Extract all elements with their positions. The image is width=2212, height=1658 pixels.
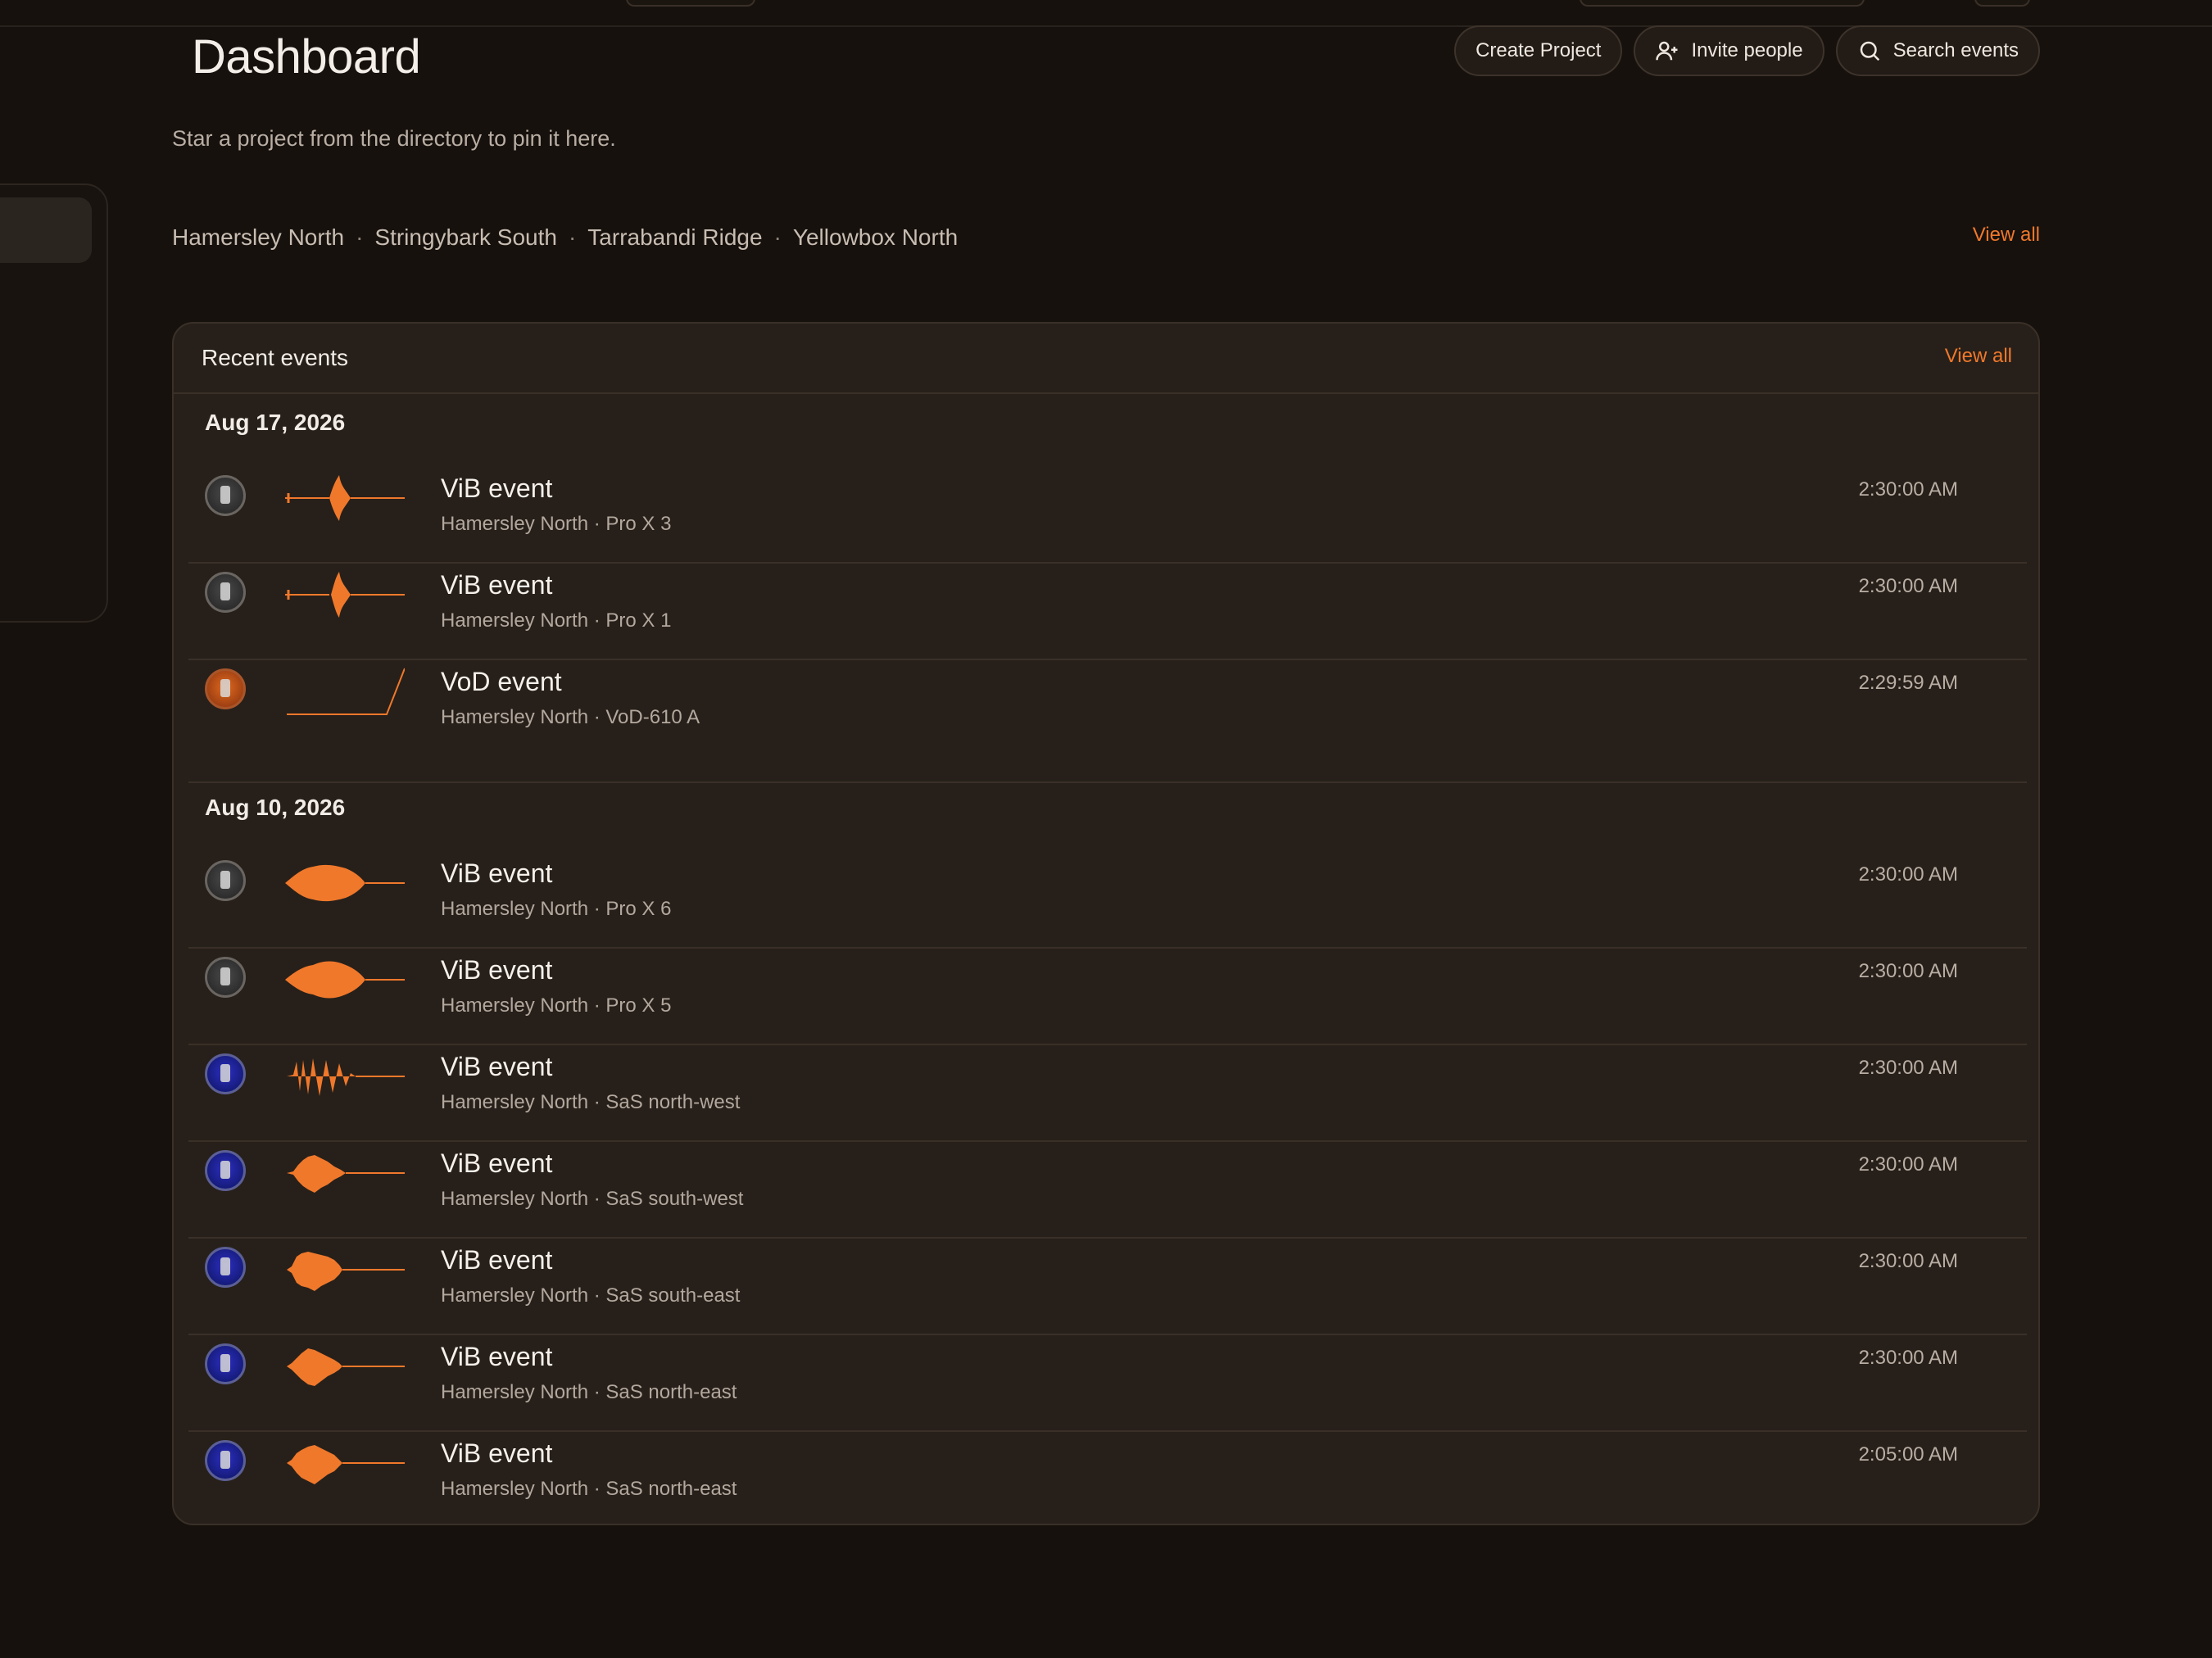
- device-avatar-icon: [205, 860, 246, 901]
- pinned-project-link[interactable]: Hamersley North: [172, 224, 344, 251]
- invite-people-button[interactable]: Invite people: [1634, 25, 1824, 76]
- events-view-all-link[interactable]: View all: [1945, 345, 2012, 368]
- event-time: 2:30:00 AM: [1858, 1153, 1958, 1176]
- pinned-view-all-link[interactable]: View all: [1973, 224, 2040, 247]
- pinned-separator: ·: [568, 224, 577, 250]
- event-subtitle: Hamersley North · SaS north-east: [441, 1381, 737, 1403]
- event-subtitle: Hamersley North · SaS north-west: [441, 1091, 741, 1113]
- waveform-thumbnail: [287, 1058, 405, 1096]
- event-subtitle: Hamersley North · Pro X 3: [441, 513, 672, 535]
- waveform-thumbnail: [287, 1252, 405, 1291]
- event-subtitle: Hamersley North · SaS north-east: [441, 1478, 737, 1500]
- pinned-hint: Star a project from the directory to pin…: [172, 126, 616, 151]
- event-time: 2:30:00 AM: [1858, 478, 1958, 501]
- search-events-button[interactable]: Search events: [1835, 25, 2040, 76]
- event-time: 2:30:00 AM: [1858, 863, 1958, 886]
- device-avatar-icon: [205, 957, 246, 998]
- event-row[interactable]: ViB event Hamersley North · Pro X 3 2:30…: [188, 465, 2027, 564]
- event-title: ViB event: [441, 1245, 553, 1275]
- top-avatar-stub[interactable]: [1974, 0, 2030, 7]
- pinned-projects: Hamersley North · Stringybark South · Ta…: [172, 224, 958, 251]
- card-header: Recent events View all: [174, 324, 2038, 394]
- card-title: Recent events: [202, 345, 348, 370]
- event-time: 2:30:00 AM: [1858, 575, 1958, 597]
- event-title: ViB event: [441, 1052, 553, 1081]
- event-title: ViB event: [441, 1342, 553, 1371]
- event-subtitle: Hamersley North · SaS south-west: [441, 1188, 744, 1210]
- event-time: 2:30:00 AM: [1858, 1250, 1958, 1272]
- event-row[interactable]: ViB event Hamersley North · Pro X 6 2:30…: [188, 850, 2027, 949]
- event-title: ViB event: [441, 955, 553, 985]
- event-title: VoD event: [441, 667, 562, 696]
- device-avatar-icon: [205, 1343, 246, 1384]
- waveform-thumbnail: [285, 572, 405, 618]
- create-project-button[interactable]: Create Project: [1454, 25, 1623, 76]
- device-avatar-icon: [205, 1053, 246, 1094]
- top-search-stub[interactable]: [1580, 0, 1865, 7]
- waveform-thumbnail: [287, 1155, 405, 1193]
- event-time: 2:29:59 AM: [1858, 672, 1958, 694]
- waveform-thumbnail: [287, 1348, 405, 1386]
- device-avatar-icon: [205, 1150, 246, 1191]
- pinned-separator: ·: [356, 224, 364, 250]
- event-title: ViB event: [441, 858, 553, 888]
- event-title: ViB event: [441, 570, 553, 600]
- page-title: Dashboard: [192, 30, 421, 84]
- event-subtitle: Hamersley North · Pro X 5: [441, 994, 672, 1017]
- event-subtitle: Hamersley North · Pro X 6: [441, 898, 672, 920]
- event-row[interactable]: ViB event Hamersley North · SaS north-ea…: [188, 1334, 2027, 1432]
- waveform-thumbnail: [287, 1445, 405, 1484]
- create-project-label: Create Project: [1475, 39, 1602, 61]
- waveform-thumbnail: [285, 961, 405, 999]
- event-subtitle: Hamersley North · VoD-610 A: [441, 706, 700, 728]
- user-plus-icon: [1656, 41, 1678, 61]
- event-subtitle: Hamersley North · SaS south-east: [441, 1284, 741, 1307]
- search-events-label: Search events: [1892, 39, 2019, 61]
- event-row[interactable]: ViB event Hamersley North · SaS south-we…: [188, 1140, 2027, 1239]
- event-row[interactable]: ViB event Hamersley North · SaS north-we…: [188, 1044, 2027, 1142]
- pinned-separator: ·: [773, 224, 782, 250]
- invite-people-label: Invite people: [1691, 39, 1803, 61]
- event-time: 2:30:00 AM: [1858, 1347, 1958, 1369]
- sidebar-selected-item[interactable]: [0, 197, 92, 263]
- event-row[interactable]: VoD event Hamersley North · VoD-610 A 2:…: [188, 659, 2027, 783]
- waveform-thumbnail: [287, 668, 405, 715]
- device-avatar-icon: [205, 668, 246, 709]
- event-subtitle: Hamersley North · Pro X 1: [441, 609, 672, 632]
- recent-events-card: Recent events View all Aug 17, 2026 ViB …: [172, 322, 2040, 1525]
- search-icon: [1860, 41, 1879, 61]
- device-avatar-icon: [205, 1247, 246, 1288]
- event-time: 2:30:00 AM: [1858, 1057, 1958, 1079]
- event-row[interactable]: ViB event Hamersley North · Pro X 1 2:30…: [188, 562, 2027, 660]
- device-avatar-icon: [205, 572, 246, 613]
- event-row[interactable]: ViB event Hamersley North · SaS north-ea…: [188, 1430, 2027, 1524]
- header-actions: Create Project Invite people Search even…: [1454, 25, 2040, 76]
- pinned-project-link[interactable]: Yellowbox North: [793, 224, 958, 251]
- date-group-label: Aug 10, 2026: [205, 795, 346, 820]
- event-row[interactable]: ViB event Hamersley North · SaS south-ea…: [188, 1237, 2027, 1335]
- event-title: ViB event: [441, 1438, 553, 1468]
- waveform-thumbnail: [285, 475, 405, 521]
- event-time: 2:05:00 AM: [1858, 1443, 1958, 1465]
- event-title: ViB event: [441, 1148, 553, 1178]
- device-avatar-icon: [205, 475, 246, 516]
- device-avatar-icon: [205, 1440, 246, 1481]
- date-group-label: Aug 17, 2026: [205, 410, 346, 435]
- event-time: 2:30:00 AM: [1858, 960, 1958, 982]
- top-tab-stub[interactable]: [626, 0, 755, 7]
- event-title: ViB event: [441, 473, 553, 503]
- waveform-thumbnail: [285, 864, 405, 902]
- event-row[interactable]: ViB event Hamersley North · Pro X 5 2:30…: [188, 947, 2027, 1045]
- pinned-project-link[interactable]: Stringybark South: [374, 224, 557, 251]
- pinned-project-link[interactable]: Tarrabandi Ridge: [587, 224, 762, 251]
